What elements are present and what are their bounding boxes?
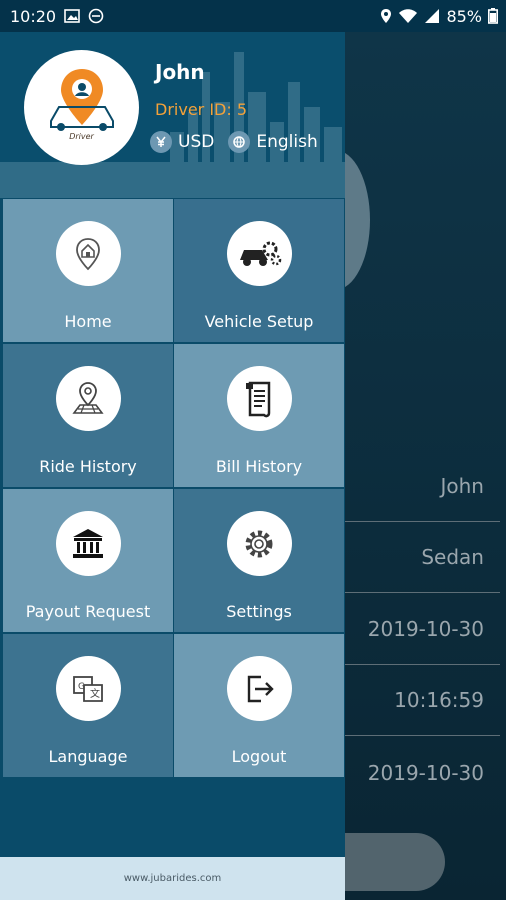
driver-id: Driver ID: 5 (155, 100, 248, 119)
menu-item-vehicle-setup[interactable]: Vehicle Setup (174, 199, 344, 342)
background-button[interactable] (345, 833, 445, 891)
menu-item-payout-request[interactable]: Payout Request (3, 489, 173, 632)
battery-icon (488, 8, 498, 24)
menu-item-bill-history[interactable]: Bill History (174, 344, 344, 487)
drawer-header: Driver John Driver ID: 5 USD English (0, 32, 345, 198)
background-row-vehicle: Sedan (345, 522, 500, 593)
background-row-date: 2019-10-30 (345, 594, 500, 665)
gear-icon (245, 530, 273, 557)
receipt-scroll-icon (246, 381, 271, 417)
menu-label-language: Language (48, 747, 128, 766)
battery-percent: 85% (446, 6, 482, 26)
gallery-notification-icon (64, 9, 80, 23)
signal-icon (425, 9, 440, 23)
bank-icon (73, 528, 103, 558)
status-time: 10:20 (10, 6, 57, 26)
map-pin-icon (72, 381, 104, 414)
navigation-drawer: Driver John Driver ID: 5 USD English Hom… (0, 32, 345, 900)
driver-avatar[interactable] (24, 50, 139, 165)
svg-text:文: 文 (90, 687, 100, 700)
svg-text:G: G (78, 682, 85, 692)
location-icon (381, 9, 392, 23)
vehicle-gears-icon (240, 241, 282, 266)
language-label: English (256, 132, 318, 152)
menu-item-home[interactable]: Home (3, 199, 173, 342)
preferences-row: USD English (150, 131, 318, 153)
menu-item-ride-history[interactable]: Ride History (3, 344, 173, 487)
background-row-name: John (345, 451, 500, 522)
menu-item-settings[interactable]: Settings (174, 489, 344, 632)
menu-label-logout: Logout (231, 747, 287, 766)
menu-label-home: Home (64, 312, 112, 331)
wifi-icon (399, 9, 418, 23)
currency-label: USD (178, 132, 215, 152)
avatar-caption: Driver (69, 132, 94, 141)
currency-selector[interactable]: USD (150, 131, 214, 153)
background-row-time: 10:16:59 (345, 665, 500, 736)
menu-label-bill-history: Bill History (215, 457, 303, 476)
driver-name: John (155, 60, 205, 84)
translate-icon: G 文 (73, 675, 103, 702)
status-bar: 10:20 85% (0, 0, 506, 32)
menu-label-ride-history: Ride History (39, 457, 137, 476)
globe-icon (228, 131, 251, 153)
menu-item-logout[interactable]: Logout (174, 634, 344, 777)
website-footer[interactable]: www.jubarides.com (0, 857, 345, 900)
menu-label-payout-request: Payout Request (25, 602, 151, 621)
drawer-menu-grid: Home Vehicle Setup Ride History Bill His… (3, 199, 344, 777)
language-selector[interactable]: English (228, 131, 318, 153)
menu-item-language[interactable]: G 文 Language (3, 634, 173, 777)
logout-icon (247, 675, 274, 702)
currency-icon (150, 131, 172, 153)
menu-label-vehicle-setup: Vehicle Setup (204, 312, 314, 331)
home-pin-icon (76, 237, 100, 270)
background-row-date-2: 2019-10-30 (367, 760, 484, 785)
do-not-disturb-icon (88, 8, 104, 24)
menu-label-settings: Settings (226, 602, 292, 621)
